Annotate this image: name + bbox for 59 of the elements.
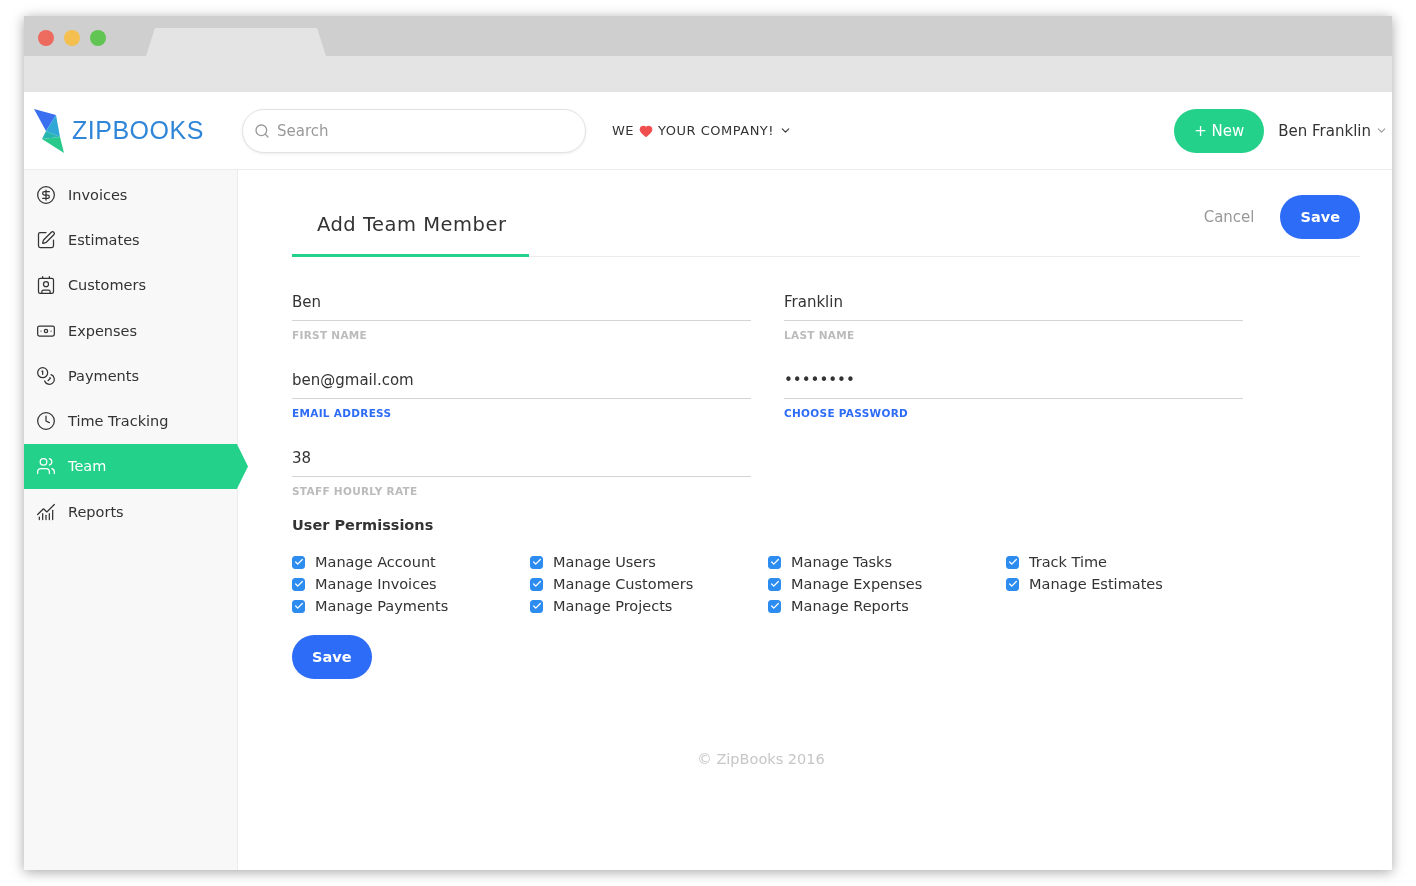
checkbox[interactable] [1006,555,1019,569]
checkbox-label: Track Time [1029,554,1108,570]
sidebar-item[interactable]: Invoices [24,172,238,218]
company-menu[interactable]: WE YOUR COMPANY! [612,123,793,138]
field-label: LAST NAME [784,329,856,341]
text-field[interactable]: ben@gmail.com [292,361,751,399]
checkbox[interactable] [530,577,543,591]
checkbox-label: Manage Account [315,554,436,570]
checkbox[interactable] [768,555,781,569]
search-icon [254,122,270,139]
checkbox-label: Manage Invoices [315,576,437,592]
checkbox-label: Manage Payments [315,598,449,614]
checkbox[interactable] [768,577,781,591]
save-button[interactable]: Save [1280,195,1360,239]
text-field[interactable]: Ben [292,283,751,321]
checkbox-label: Manage Estimates [1029,576,1163,592]
contact-card-icon [36,275,56,296]
checkbox[interactable] [292,599,305,613]
save-button[interactable]: Save [292,635,372,679]
user-menu[interactable]: Ben Franklin [1278,121,1388,140]
footer-text: © ZipBooks 2016 [697,751,825,767]
sidebar-item[interactable]: Expenses [24,307,238,354]
logo-icon [34,108,64,153]
dollar-coin-icon [36,184,56,205]
checkbox[interactable] [768,599,781,613]
bar-chart-icon [36,501,56,522]
sidebar-item[interactable]: Customers [24,262,238,308]
search-field[interactable]: Search [242,108,586,153]
checkbox[interactable] [292,555,305,569]
heart-icon [639,123,654,138]
checkbox-label: Manage Customers [553,576,694,592]
field-label: FIRST NAME [292,329,369,341]
checkbox-label: Manage Tasks [791,554,893,570]
checkbox-label: Manage Expenses [791,576,923,592]
section-title: User Permissions [292,517,435,533]
text-field[interactable]: Franklin [784,283,1243,321]
checkbox[interactable] [530,555,543,569]
close-button[interactable] [38,30,54,46]
checkbox-label: Manage Users [553,554,656,570]
field-label: CHOOSE PASSWORD [784,407,910,419]
checkbox[interactable] [1006,577,1019,591]
text-field[interactable]: •••••••• [784,361,1243,399]
logo-text: ZIPBOOKS [72,116,204,145]
page-title: Add Team Member [292,195,529,257]
clock-icon [36,411,56,432]
field-label: EMAIL ADDRESS [292,407,393,419]
users-icon [36,456,56,477]
sidebar-item[interactable]: Estimates [24,217,238,263]
sidebar-item[interactable]: Time Tracking [24,398,238,444]
sidebar-item[interactable]: Reports [24,489,238,535]
checkbox-label: Manage Reports [791,598,909,614]
text-field[interactable]: 38 [292,439,751,477]
checkbox-label: Manage Projects [553,598,673,614]
field-label: STAFF HOURLY RATE [292,485,419,497]
edit-icon [36,229,56,250]
checkbox[interactable] [530,599,543,613]
sidebar-item[interactable]: Payments [24,353,238,399]
coins-icon [36,365,56,386]
checkbox[interactable] [292,577,305,591]
